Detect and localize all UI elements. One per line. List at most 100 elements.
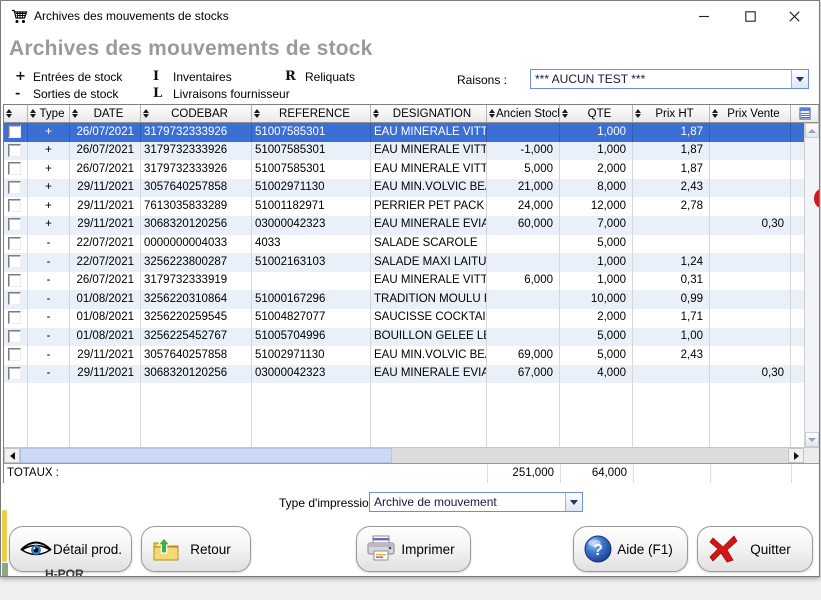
raisons-select[interactable]: *** AUCUN TEST *** [530,69,809,89]
sort-icon[interactable] [29,109,37,118]
table-row[interactable]: -01/08/2021325622545276751005704996BOUIL… [4,328,804,347]
sort-icon[interactable] [488,109,496,118]
cell-type: - [28,328,70,347]
scroll-down-icon[interactable] [805,432,819,447]
cell-ancien_stock: 5,000 [487,160,560,179]
detail-product-button[interactable]: Détail prod. [9,526,132,572]
column-header-date[interactable]: DATE [70,105,141,123]
horizontal-scrollbar[interactable] [4,447,819,463]
sort-icon[interactable] [253,109,261,118]
table-row[interactable]: +29/11/2021306832012025603000042323EAU M… [4,216,804,235]
cell-spacer [791,197,804,216]
close-button[interactable] [772,1,817,31]
back-button[interactable]: Retour [141,526,251,572]
cell-date: 26/07/2021 [70,160,141,179]
column-header-reference[interactable]: REFERENCE [252,105,371,123]
horizontal-scroll-track[interactable] [392,448,788,463]
row-checkbox[interactable] [8,311,21,324]
table-row[interactable]: -29/11/2021305764025785851002971130EAU M… [4,346,804,365]
chevron-down-icon[interactable] [565,493,582,511]
column-header-sel[interactable] [4,105,28,123]
cell-ancien_stock [487,383,560,402]
row-checkbox[interactable] [8,144,21,157]
title-bar[interactable]: Archives des mouvements de stocks [1,1,819,31]
scroll-right-icon[interactable] [788,448,804,463]
table-row[interactable]: +26/07/2021317973233392651007585301EAU M… [4,160,804,179]
cell-sel [4,421,28,440]
print-type-value: Archive de mouvement [370,493,565,511]
horizontal-scroll-thumb[interactable] [20,448,392,463]
table-settings-icon[interactable] [791,105,819,123]
table-row[interactable]: -22/07/202100000000040334033SALADE SCARO… [4,235,804,254]
cell-date: 22/07/2021 [70,235,141,254]
row-checkbox[interactable] [8,367,21,380]
sort-icon[interactable] [142,109,150,118]
row-checkbox[interactable] [8,292,21,305]
cell-ancien_stock: 21,000 [487,179,560,198]
sort-icon[interactable] [711,109,719,118]
table-row[interactable]: +26/07/2021317973233392651007585301EAU M… [4,142,804,161]
column-header-qte[interactable]: QTE [560,105,633,123]
row-checkbox[interactable] [8,330,21,343]
column-header-designation[interactable]: DESIGNATION [371,105,487,123]
sort-icon[interactable] [634,109,642,118]
cell-qte: 10,000 [560,290,633,309]
row-checkbox[interactable] [8,125,21,138]
cell-codebar: 3256223800287 [141,253,252,272]
table-row[interactable]: +26/07/2021317973233392651007585301EAU M… [4,123,804,142]
vertical-scrollbar[interactable] [804,123,819,447]
column-header-prix_vente[interactable]: Prix Vente [710,105,791,123]
print-type-select[interactable]: Archive de mouvement [369,492,583,512]
quit-button[interactable]: Quitter [697,526,813,572]
cell-type: - [28,365,70,384]
table-row[interactable]: -01/08/2021325622025954551004827077SAUCI… [4,309,804,328]
row-checkbox[interactable] [8,162,21,175]
row-checkbox[interactable] [8,199,21,212]
row-checkbox[interactable] [8,181,21,194]
row-checkbox[interactable] [8,218,21,231]
row-checkbox[interactable] [8,255,21,268]
column-header-prix_ht[interactable]: Prix HT [633,105,710,123]
cell-spacer [791,160,804,179]
cell-codebar [141,421,252,440]
table-row[interactable]: -29/11/2021306832012025603000042323EAU M… [4,365,804,384]
table-row[interactable]: -26/07/20213179732333919EAU MINERALE VIT… [4,272,804,291]
cell-type: + [28,179,70,198]
cell-reference: 51002163103 [252,253,371,272]
table-row[interactable]: -22/07/2021325622380028751002163103SALAD… [4,253,804,272]
cell-sel [4,290,28,309]
column-header-ancien_stock[interactable]: Ancien Stock [487,105,560,123]
sort-icon[interactable] [372,109,380,118]
table-row[interactable]: +29/11/2021305764025785851002971130EAU M… [4,179,804,198]
scroll-left-icon[interactable] [4,448,20,463]
totals-label: TOTAUX : [7,467,59,479]
sort-icon[interactable] [71,109,79,118]
cell-prix_ht: 1,87 [633,142,710,161]
cell-prix_ht: 0,99 [633,290,710,309]
scroll-up-icon[interactable] [805,123,819,138]
maximize-button[interactable] [728,1,773,31]
minimize-button[interactable] [682,1,727,31]
table-row[interactable]: -01/08/2021325622031086451000167296TRADI… [4,290,804,309]
cell-prix_ht: 2,43 [633,346,710,365]
column-header-codebar[interactable]: CODEBAR [141,105,252,123]
row-checkbox[interactable] [8,348,21,361]
chevron-down-icon[interactable] [791,70,808,88]
sort-icon[interactable] [561,109,569,118]
table-row[interactable]: +29/11/2021761303583328951001182971PERRI… [4,197,804,216]
cell-ancien_stock: -1,000 [487,142,560,161]
cell-sel [4,383,28,402]
cell-prix_ht: 0,31 [633,272,710,291]
cell-designation: BOUILLON GELEE LEG [371,328,487,347]
row-checkbox[interactable] [8,274,21,287]
cell-date [70,421,141,440]
row-checkbox[interactable] [8,237,21,250]
cell-qte: 5,000 [560,328,633,347]
column-header-type[interactable]: Type [28,105,70,123]
print-button[interactable]: Imprimer [356,526,471,572]
help-button[interactable]: ? Aide (F1) [573,526,688,572]
sort-icon[interactable] [5,109,13,118]
cell-prix_vente [710,197,791,216]
cell-qte: 1,000 [560,142,633,161]
cell-type: + [28,123,70,142]
